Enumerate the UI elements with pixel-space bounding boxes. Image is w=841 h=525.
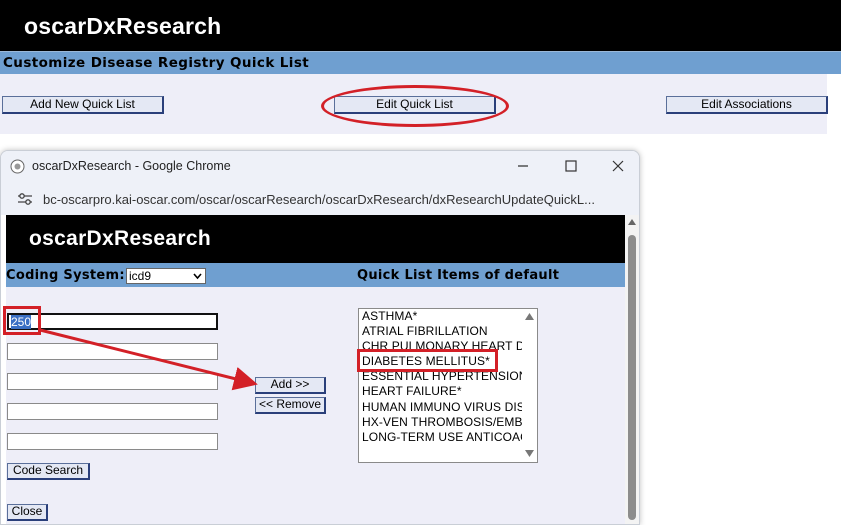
annotation-arrow bbox=[39, 328, 258, 391]
